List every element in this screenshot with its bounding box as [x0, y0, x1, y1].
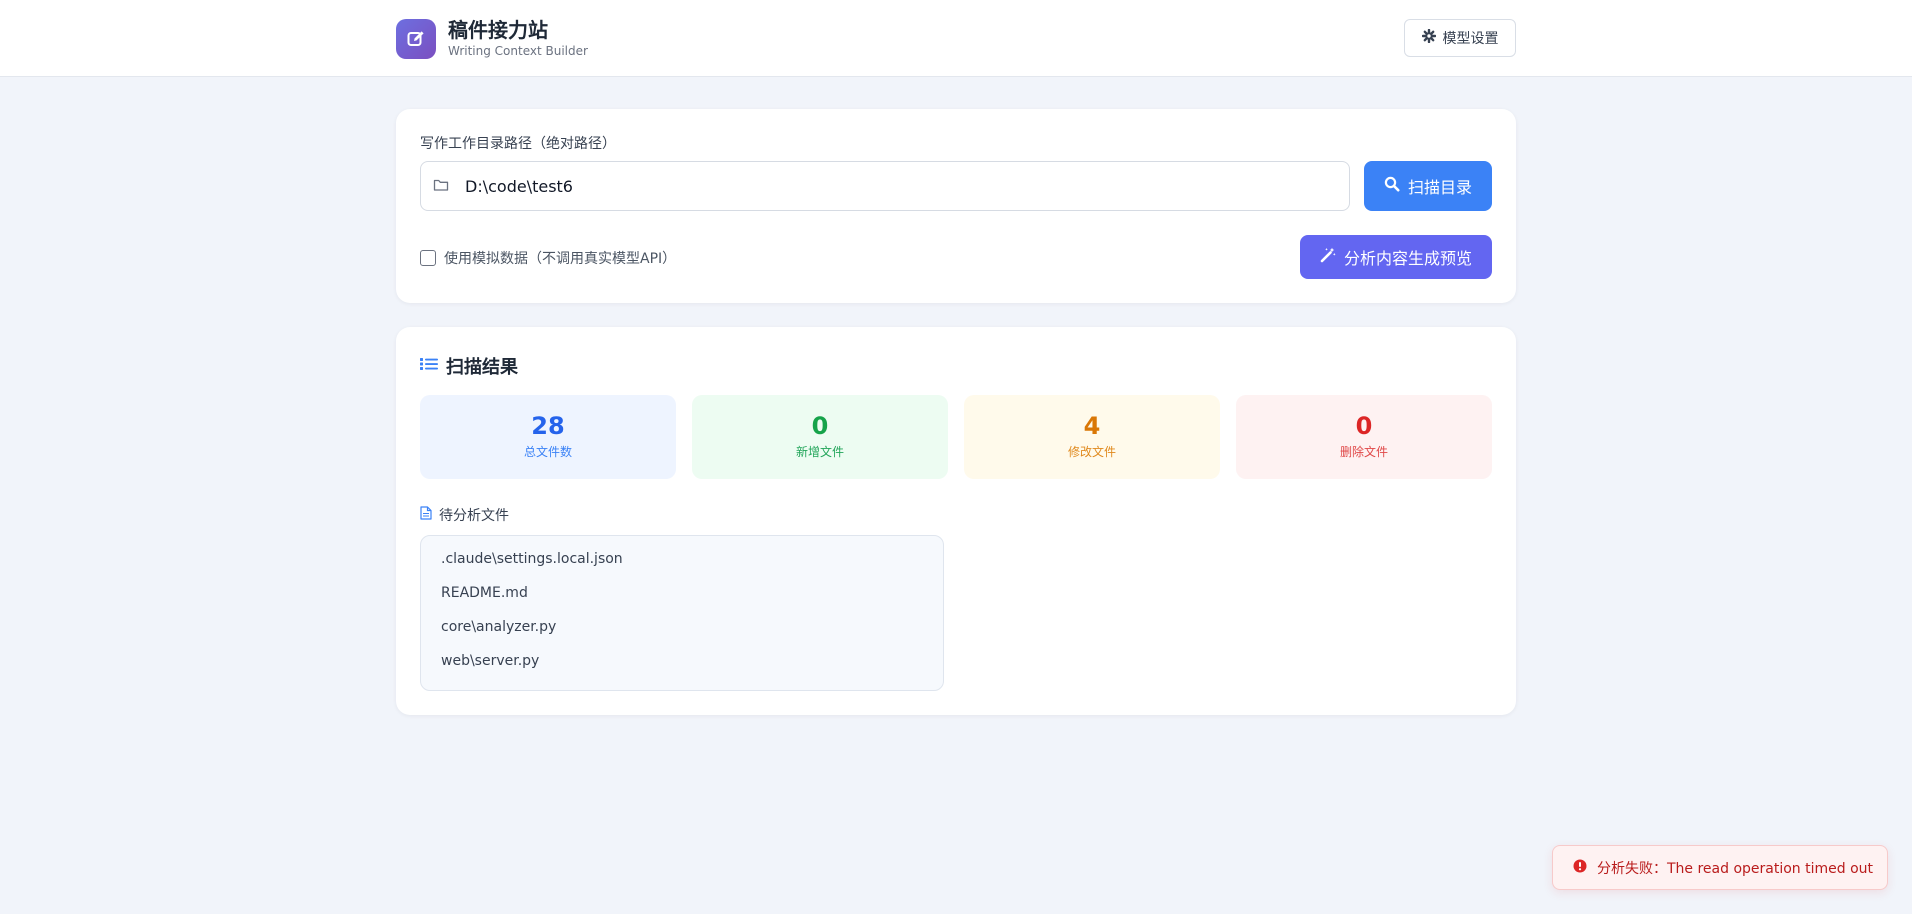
list-icon [420, 356, 438, 377]
list-item: core\analyzer.py [441, 619, 557, 635]
file-icon [420, 506, 432, 524]
list-item: README.md [441, 585, 528, 601]
pending-files-heading: 待分析文件 [420, 505, 509, 525]
app-subtitle: Writing Context Builder [448, 44, 588, 58]
error-toast: 分析失败：The read operation timed out [1552, 845, 1888, 890]
mock-data-checkbox[interactable] [420, 250, 436, 266]
mock-data-label: 使用模拟数据（不调用真实模型API） [444, 251, 677, 267]
magic-wand-icon [1320, 247, 1336, 267]
stat-modified-files: 4 修改文件 [964, 395, 1220, 479]
stat-modified-label: 修改文件 [1067, 445, 1116, 459]
stat-added-files: 0 新增文件 [692, 395, 948, 479]
stat-total-label: 总文件数 [523, 445, 572, 459]
path-input-wrapper[interactable] [420, 161, 1350, 211]
model-settings-button[interactable]: 模型设置 [1404, 19, 1516, 57]
stat-deleted-label: 删除文件 [1339, 445, 1388, 459]
scan-directory-label: 扫描目录 [1407, 178, 1472, 197]
folder-icon [433, 177, 449, 196]
stat-deleted-files: 0 删除文件 [1236, 395, 1492, 479]
stat-total-files: 28 总文件数 [420, 395, 676, 479]
model-settings-label: 模型设置 [1442, 31, 1499, 47]
error-toast-message: 分析失败：The read operation timed out [1597, 860, 1874, 877]
path-label: 写作工作目录路径（绝对路径） [420, 136, 616, 152]
stat-modified-value: 4 [1083, 412, 1101, 440]
exclamation-circle-icon [1573, 859, 1587, 877]
pending-files-label: 待分析文件 [439, 508, 509, 524]
pencil-square-icon [396, 18, 436, 59]
results-title: 扫描结果 [420, 353, 518, 379]
list-item: .claude\settings.local.json [441, 551, 623, 567]
stat-added-value: 0 [811, 412, 829, 440]
analyze-button[interactable]: 分析内容生成预览 [1300, 235, 1492, 279]
scan-results-card: 扫描结果 28 总文件数 0 新增文件 4 修改文件 0 删除文件 待分析文件 … [396, 327, 1516, 715]
search-icon [1384, 176, 1400, 196]
mock-data-option[interactable]: 使用模拟数据（不调用真实模型API） [420, 248, 676, 268]
brand: 稿件接力站 Writing Context Builder [396, 18, 588, 59]
scan-directory-button[interactable]: 扫描目录 [1364, 161, 1492, 211]
list-item: web\server.py [441, 653, 540, 669]
pending-file-list: .claude\settings.local.json README.md co… [420, 535, 944, 691]
stat-deleted-value: 0 [1355, 412, 1373, 440]
scan-form-card: 写作工作目录路径（绝对路径） 扫描目录 使用模拟数据（不调用真实模型API） [396, 109, 1516, 303]
app-title: 稿件接力站 [448, 18, 548, 42]
stat-added-label: 新增文件 [795, 445, 844, 459]
analyze-label: 分析内容生成预览 [1343, 249, 1472, 268]
stat-total-value: 28 [531, 412, 565, 440]
gear-icon [1421, 28, 1436, 47]
path-input[interactable] [465, 176, 1325, 196]
top-bar: 稿件接力站 Writing Context Builder 模型设置 [0, 0, 1912, 77]
results-title-label: 扫描结果 [446, 357, 518, 378]
